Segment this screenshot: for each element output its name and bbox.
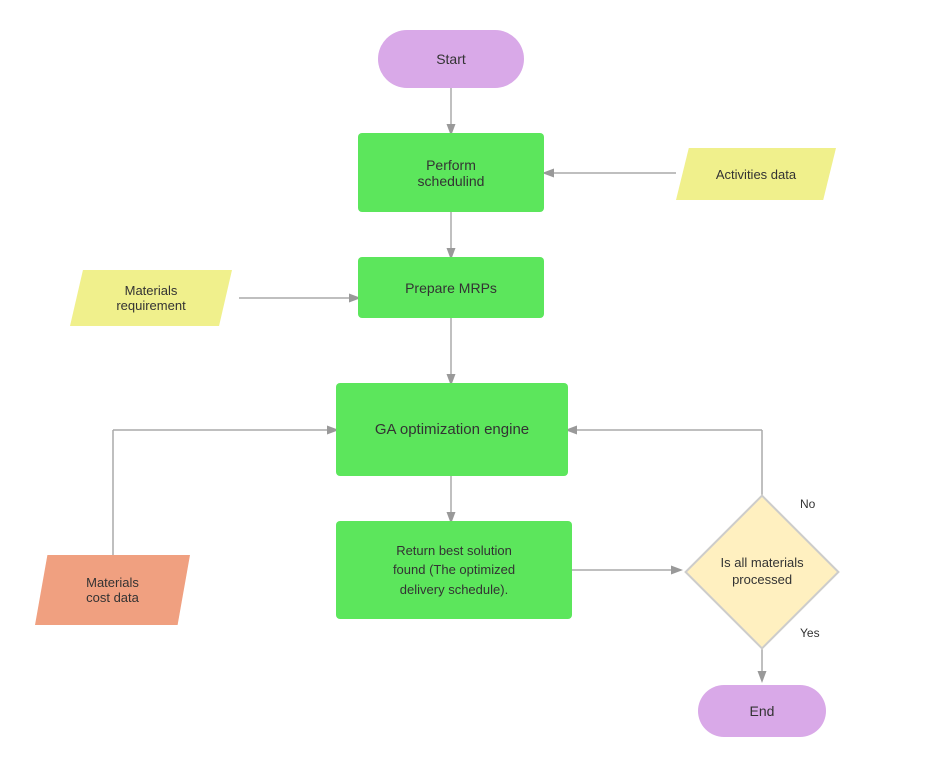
materials-requirement-node: Materials requirement [70,270,232,326]
prepare-mrps-node: Prepare MRPs [358,257,544,318]
decision-label: Is all materials processed [709,555,815,589]
end-node: End [698,685,826,737]
perform-scheduling-node: Perform schedulind [358,133,544,212]
yes-label: Yes [800,626,820,640]
flowchart-diagram: Start Perform schedulind Activities data… [0,0,928,771]
materials-cost-node: Materials cost data [35,555,190,625]
return-solution-node: Return best solution found (The optimize… [336,521,572,619]
activities-data-node: Activities data [676,148,836,200]
ga-engine-node: GA optimization engine [336,383,568,476]
no-label: No [800,497,815,511]
start-node: Start [378,30,524,88]
